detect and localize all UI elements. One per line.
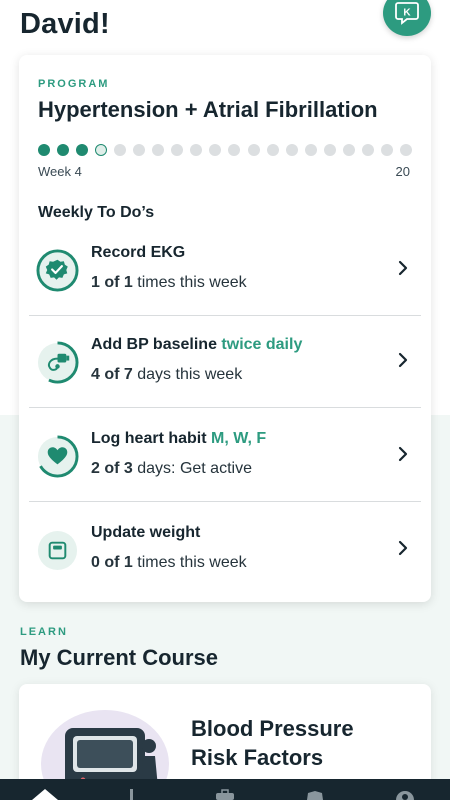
current-week-label: Week 4 bbox=[38, 164, 82, 179]
nav-rewards-tab[interactable] bbox=[302, 779, 328, 800]
week-dot bbox=[247, 144, 260, 156]
week-dot bbox=[285, 144, 298, 156]
divider bbox=[29, 501, 421, 502]
chevron-right-icon bbox=[398, 540, 408, 556]
learn-eyebrow: LEARN bbox=[20, 626, 68, 638]
weekly-todo-heading: Weekly To Do’s bbox=[38, 204, 155, 221]
week-progress-dots bbox=[38, 143, 412, 157]
todo-progress-text: 4 of 7 days this week bbox=[91, 366, 243, 383]
week-dot bbox=[399, 144, 412, 156]
week-dot bbox=[323, 144, 336, 156]
week-dot bbox=[190, 144, 203, 156]
week-dot bbox=[380, 144, 393, 156]
briefcase-icon bbox=[216, 789, 234, 800]
nav-stats-tab[interactable] bbox=[120, 779, 144, 800]
program-card: PROGRAM Hypertension + Atrial Fibrillati… bbox=[19, 55, 431, 602]
heart-icon bbox=[36, 435, 79, 478]
nav-home-tab[interactable] bbox=[30, 779, 60, 800]
total-weeks-label: 20 bbox=[395, 164, 410, 179]
todo-title: Log heart habit M, W, F bbox=[91, 430, 267, 447]
chevron-right-icon bbox=[398, 352, 408, 368]
todo-progress-text: 1 of 1 times this week bbox=[91, 274, 247, 291]
week-dot bbox=[133, 144, 146, 156]
program-title: Hypertension + Atrial Fibrillation bbox=[38, 97, 378, 122]
todo-progress-text: 2 of 3 days: Get active bbox=[91, 460, 252, 477]
todo-title: Record EKG bbox=[91, 244, 186, 261]
week-dot bbox=[209, 144, 222, 156]
greeting-name: David! bbox=[20, 8, 110, 40]
todo-item-log-heart-habit[interactable]: Log heart habit M, W, F 2 of 3 days: Get… bbox=[29, 410, 421, 502]
nav-profile-tab[interactable] bbox=[392, 779, 418, 800]
avatar-letter: K bbox=[403, 8, 411, 19]
program-eyebrow: PROGRAM bbox=[38, 78, 110, 90]
todo-progress-text: 0 of 1 times this week bbox=[91, 554, 247, 571]
badge-icon bbox=[307, 791, 323, 800]
week-dot bbox=[304, 144, 317, 156]
week-dot bbox=[266, 144, 279, 156]
todo-item-record-ekg[interactable]: Record EKG 1 of 1 times this week bbox=[29, 224, 421, 316]
bp-cuff-icon bbox=[36, 341, 79, 384]
bottom-navigation bbox=[0, 779, 450, 800]
profile-icon bbox=[396, 791, 414, 800]
stats-icon bbox=[130, 789, 133, 800]
week-dot bbox=[361, 144, 374, 156]
week-dot bbox=[342, 144, 355, 156]
scale-icon bbox=[37, 530, 78, 571]
week-dot bbox=[76, 144, 89, 156]
todo-item-update-weight[interactable]: Update weight 0 of 1 times this week bbox=[29, 504, 421, 596]
week-dot bbox=[171, 144, 184, 156]
nav-programs-tab[interactable] bbox=[212, 779, 238, 800]
course-title: Blood Pressure Risk Factors bbox=[191, 716, 354, 770]
week-dot bbox=[38, 144, 50, 156]
week-dot bbox=[95, 144, 108, 156]
chat-bubble-icon: K bbox=[395, 2, 419, 25]
week-dot bbox=[114, 144, 127, 156]
week-dot bbox=[228, 144, 241, 156]
week-dot bbox=[57, 144, 70, 156]
check-badge-icon bbox=[36, 249, 79, 292]
todo-title: Add BP baseline twice daily bbox=[91, 336, 303, 353]
todo-item-add-bp-baseline[interactable]: Add BP baseline twice daily 4 of 7 days … bbox=[29, 316, 421, 408]
chevron-right-icon bbox=[398, 260, 408, 276]
week-dot bbox=[152, 144, 165, 156]
todo-title: Update weight bbox=[91, 524, 201, 541]
chevron-right-icon bbox=[398, 446, 408, 462]
divider bbox=[29, 407, 421, 408]
course-section-heading: My Current Course bbox=[20, 645, 219, 670]
home-icon bbox=[32, 789, 58, 800]
